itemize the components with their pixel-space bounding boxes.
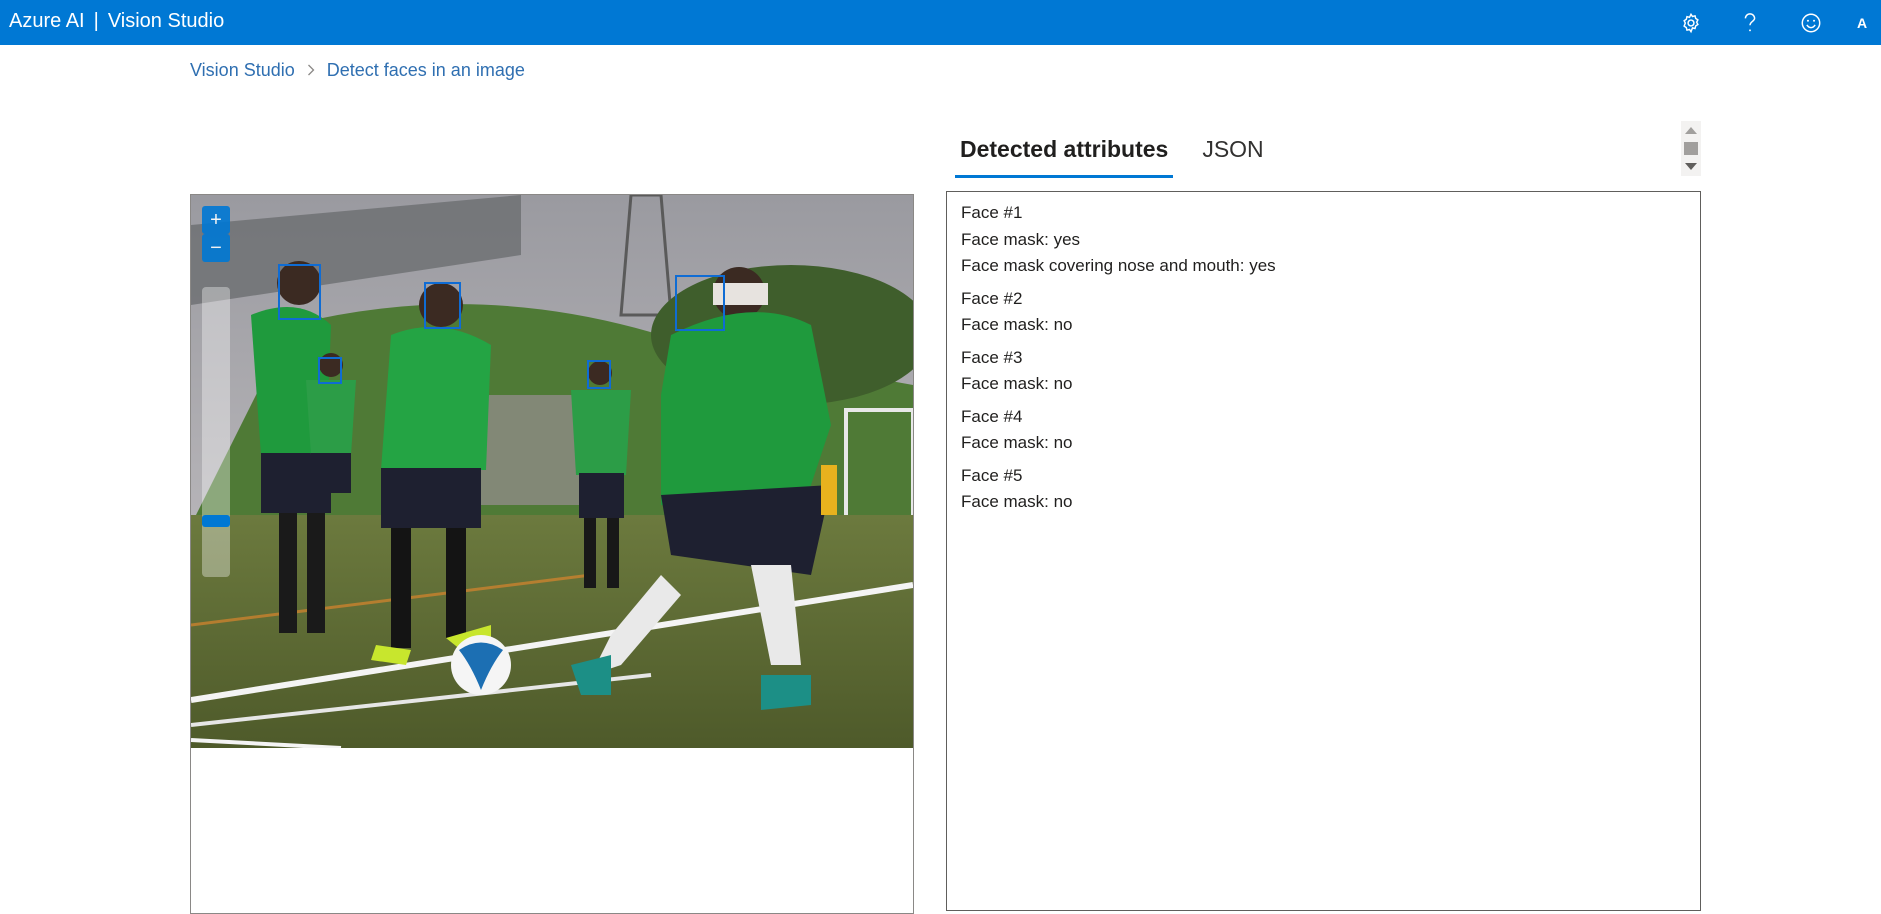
product-name: Vision Studio	[107, 10, 225, 32]
top-bar: Azure AI | Vision Studio A	[0, 0, 1881, 45]
face-attribute: Face mask: yes	[961, 229, 1081, 249]
face-attribute: Face mask: no	[961, 315, 1073, 334]
help-button[interactable]	[1733, 6, 1767, 40]
face-bounding-box[interactable]	[587, 360, 611, 389]
detected-attributes-panel: Face #1 Face mask: yes Face mask coverin…	[946, 191, 1701, 911]
face-attribute: Face mask: no	[961, 492, 1073, 511]
face-entry: Face #2 Face mask: no	[961, 286, 1686, 339]
help-icon	[1744, 13, 1756, 32]
chevron-right-icon	[307, 64, 315, 76]
face-entry: Face #5 Face mask: no	[961, 463, 1686, 516]
face-entry: Face #3 Face mask: no	[961, 345, 1686, 398]
feedback-smiley-icon	[1801, 13, 1821, 33]
soccer-photo[interactable]: + −	[191, 195, 913, 748]
brand-name: Azure AI	[9, 10, 85, 32]
face-title: Face #4	[961, 406, 1023, 426]
feedback-button[interactable]	[1794, 6, 1828, 40]
breadcrumb: Vision Studio Detect faces in an image	[190, 56, 525, 84]
scroll-up-arrow-icon[interactable]	[1685, 127, 1697, 134]
scrollbar-thumb[interactable]	[1684, 142, 1698, 155]
face-attribute: Face mask covering nose and mouth: yes	[961, 256, 1276, 275]
image-viewer-panel: + −	[190, 194, 914, 914]
tab-detected-attributes[interactable]: Detected attributes	[955, 128, 1174, 178]
zoom-slider-thumb[interactable]	[202, 515, 230, 527]
zoom-out-button[interactable]: −	[202, 234, 230, 262]
face-title: Face #1	[961, 203, 1023, 222]
face-bounding-box[interactable]	[278, 264, 321, 320]
result-tabs: Detected attributes JSON	[955, 128, 1293, 178]
tab-json[interactable]: JSON	[1197, 128, 1268, 178]
face-attribute: Face mask: no	[961, 433, 1073, 452]
breadcrumb-link-vision-studio[interactable]: Vision Studio	[190, 60, 295, 81]
zoom-in-button[interactable]: +	[202, 206, 230, 234]
face-attribute: Face mask: no	[961, 374, 1073, 393]
breadcrumb-current-page[interactable]: Detect faces in an image	[327, 60, 525, 81]
face-entry: Face #4 Face mask: no	[961, 404, 1686, 457]
face-bounding-box[interactable]	[424, 282, 461, 329]
account-avatar[interactable]: A	[1845, 6, 1879, 40]
face-bounding-box[interactable]	[675, 275, 725, 331]
face-entry: Face #1 Face mask: yes Face mask coverin…	[961, 200, 1686, 280]
zoom-slider-track[interactable]	[202, 287, 230, 577]
face-title: Face #3	[961, 347, 1023, 367]
app-brand[interactable]: Azure AI | Vision Studio	[9, 0, 224, 45]
tabs-scrollbar[interactable]	[1681, 121, 1701, 176]
gear-icon	[1683, 12, 1699, 34]
face-title: Face #2	[961, 288, 1023, 308]
face-bounding-box[interactable]	[318, 357, 342, 384]
scroll-down-arrow-icon[interactable]	[1685, 163, 1697, 170]
brand-separator: |	[93, 10, 99, 32]
face-title: Face #5	[961, 465, 1023, 485]
settings-button[interactable]	[1674, 6, 1708, 40]
